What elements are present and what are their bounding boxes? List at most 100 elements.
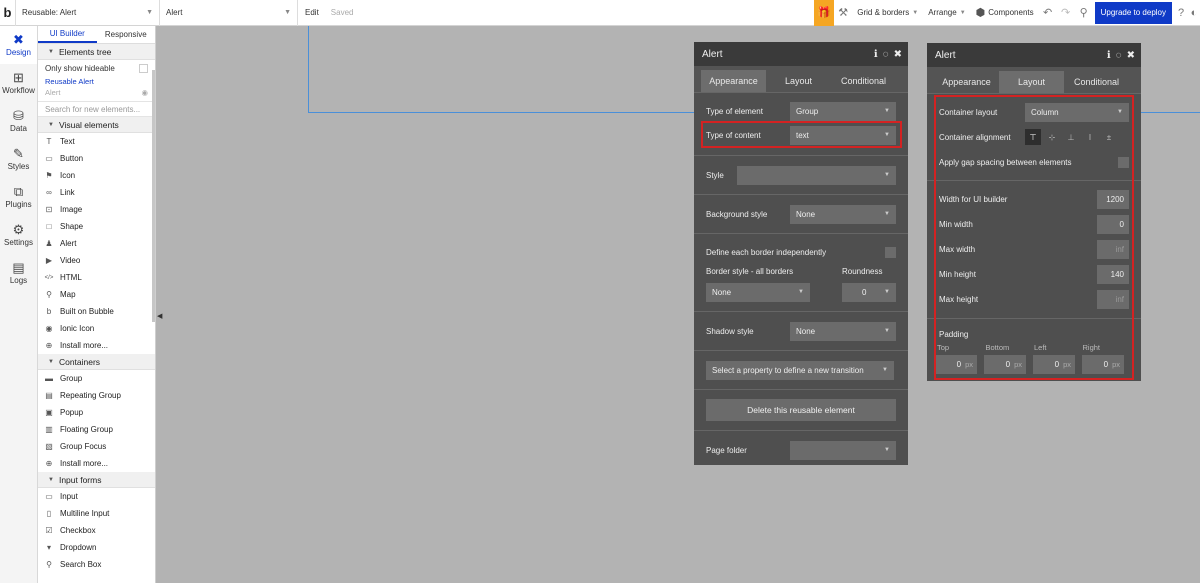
comment-icon[interactable]: ◌	[1116, 50, 1122, 61]
rail-item-logs[interactable]: ▤ Logs	[0, 254, 37, 292]
wand-icon[interactable]: ⚒	[834, 0, 852, 26]
roundness-dropdown[interactable]: 0 ▼	[842, 282, 896, 302]
help-icon[interactable]: ?	[1174, 0, 1188, 26]
element-built-on-bubble[interactable]: b Built on Bubble	[38, 303, 155, 320]
components-button[interactable]: ⬢ Components	[971, 0, 1039, 26]
border-style-dropdown[interactable]: None ▼	[706, 282, 810, 302]
close-icon[interactable]: ✖	[894, 49, 902, 60]
gap-spacing-checkbox[interactable]	[1118, 156, 1129, 168]
section-input-forms[interactable]: ▼ Input forms	[38, 472, 155, 488]
element-image[interactable]: ⊡ Image	[38, 201, 155, 218]
align-bottom-icon[interactable]: ⊥	[1063, 129, 1079, 145]
background-style-dropdown[interactable]: None ▼	[790, 204, 896, 224]
settings-icon[interactable]: ◐	[1188, 0, 1200, 26]
padding-bottom-input[interactable]: 0 px	[984, 355, 1026, 374]
element-select[interactable]: Alert ▼	[160, 0, 298, 26]
tree-item-alert[interactable]: Alert ◉	[38, 87, 155, 98]
edit-menu[interactable]: Edit	[298, 8, 325, 17]
tab-appearance[interactable]: Appearance	[701, 70, 766, 92]
tab-conditional[interactable]: Conditional	[831, 70, 896, 92]
shadow-style-dropdown[interactable]: None ▼	[790, 321, 896, 341]
info-icon[interactable]: ℹ	[874, 49, 878, 60]
element-text[interactable]: T Text	[38, 133, 155, 150]
undo-icon[interactable]: ↶	[1039, 0, 1057, 26]
align-center-icon[interactable]: ⊹	[1044, 129, 1060, 145]
rail-item-workflow[interactable]: ⊞ Workflow	[0, 64, 37, 102]
max-width-input[interactable]: inf	[1097, 239, 1129, 259]
type-of-content-dropdown[interactable]: text ▼	[790, 125, 896, 145]
tree-item-reusable-alert[interactable]: Reusable Alert	[38, 76, 155, 87]
rail-item-plugins[interactable]: ⧉ Plugins	[0, 178, 37, 216]
section-elements-tree[interactable]: ▼ Elements tree	[38, 44, 155, 60]
search-elements-input[interactable]: Search for new elements...	[38, 101, 155, 117]
max-height-input[interactable]: inf	[1097, 289, 1129, 309]
redo-icon[interactable]: ↷	[1057, 0, 1075, 26]
width-builder-input[interactable]: 1200	[1097, 189, 1129, 209]
rail-item-styles[interactable]: ✎ Styles	[0, 140, 37, 178]
search-icon[interactable]: ⚲	[1075, 0, 1093, 26]
window-header[interactable]: Alert ℹ ◌ ✖	[694, 42, 908, 66]
element-input[interactable]: ▭ Input	[38, 488, 155, 505]
define-border-checkbox[interactable]	[885, 246, 896, 258]
page-folder-dropdown[interactable]: ▼	[790, 440, 896, 460]
element-repeating-group[interactable]: ▤ Repeating Group	[38, 387, 155, 404]
element-link[interactable]: ∞ Link	[38, 184, 155, 201]
element-group-focus[interactable]: ▧ Group Focus	[38, 438, 155, 455]
rail-item-settings[interactable]: ⚙ Settings	[0, 216, 37, 254]
arrange-button[interactable]: Arrange ▼	[923, 0, 970, 26]
section-containers[interactable]: ▼ Containers	[38, 354, 155, 370]
upgrade-deploy-button[interactable]: Upgrade to deploy	[1094, 1, 1172, 24]
type-of-element-dropdown[interactable]: Group ▼	[790, 101, 896, 121]
collapse-panel-icon[interactable]: ◀	[157, 312, 162, 320]
element-install-more[interactable]: ⊕ Install more...	[38, 337, 155, 354]
element-icon[interactable]: ⚑ Icon	[38, 167, 155, 184]
element-floating-group[interactable]: ▥ Floating Group	[38, 421, 155, 438]
only-show-hideable-row[interactable]: Only show hideable	[38, 60, 155, 76]
min-width-input[interactable]: 0	[1097, 214, 1129, 234]
align-stretch-icon[interactable]: Ι	[1082, 129, 1098, 145]
padding-left-input[interactable]: 0 px	[1033, 355, 1075, 374]
element-html[interactable]: </> HTML	[38, 269, 155, 286]
align-top-icon[interactable]: ⊤	[1025, 129, 1041, 145]
tab-conditional[interactable]: Conditional	[1064, 71, 1129, 93]
element-ionic-icon[interactable]: ◉ Ionic Icon	[38, 320, 155, 337]
element-install-more-containers[interactable]: ⊕ Install more...	[38, 455, 155, 472]
delete-reusable-element-button[interactable]: Delete this reusable element	[706, 399, 896, 421]
element-shape[interactable]: □ Shape	[38, 218, 155, 235]
tab-layout[interactable]: Layout	[999, 71, 1064, 93]
only-show-hideable-checkbox[interactable]	[139, 63, 148, 73]
grid-borders-button[interactable]: Grid & borders ▼	[852, 0, 923, 26]
comment-icon[interactable]: ◌	[883, 49, 889, 60]
padding-top-input[interactable]: 0 px	[935, 355, 977, 374]
style-dropdown[interactable]: ▼	[737, 165, 896, 185]
tab-appearance[interactable]: Appearance	[934, 71, 999, 93]
rail-item-data[interactable]: ⛁ Data	[0, 102, 37, 140]
padding-right-input[interactable]: 0 px	[1082, 355, 1124, 374]
element-video[interactable]: ▶ Video	[38, 252, 155, 269]
element-alert[interactable]: ♟ Alert	[38, 235, 155, 252]
element-search-box[interactable]: ⚲ Search Box	[38, 556, 155, 573]
element-dropdown[interactable]: ▾ Dropdown	[38, 539, 155, 556]
panel-scrollbar[interactable]	[152, 70, 155, 322]
element-map[interactable]: ⚲ Map	[38, 286, 155, 303]
eye-icon[interactable]: ◉	[141, 87, 148, 98]
section-visual-elements[interactable]: ▼ Visual elements	[38, 117, 155, 133]
bubble-logo[interactable]: b	[0, 0, 16, 26]
container-layout-dropdown[interactable]: Column ▼	[1025, 102, 1129, 122]
transition-dropdown[interactable]: Select a property to define a new transi…	[706, 360, 894, 380]
element-checkbox[interactable]: ☑ Checkbox	[38, 522, 155, 539]
align-distribute-icon[interactable]: ±	[1101, 129, 1117, 145]
element-popup[interactable]: ▣ Popup	[38, 404, 155, 421]
tab-responsive[interactable]: Responsive	[97, 26, 156, 43]
rail-item-design[interactable]: ✖ Design	[0, 26, 37, 64]
tab-layout[interactable]: Layout	[766, 70, 831, 92]
min-height-input[interactable]: 140	[1097, 264, 1129, 284]
tab-ui-builder[interactable]: UI Builder	[38, 26, 97, 43]
info-icon[interactable]: ℹ	[1107, 50, 1111, 61]
element-multiline-input[interactable]: ▯ Multiline Input	[38, 505, 155, 522]
gift-icon[interactable]: 🎁	[814, 0, 835, 26]
element-button[interactable]: ▭ Button	[38, 150, 155, 167]
element-group[interactable]: ▬ Group	[38, 370, 155, 387]
window-header[interactable]: Alert ℹ ◌ ✖	[927, 43, 1141, 67]
page-select[interactable]: Reusable: Alert ▼	[16, 0, 160, 26]
